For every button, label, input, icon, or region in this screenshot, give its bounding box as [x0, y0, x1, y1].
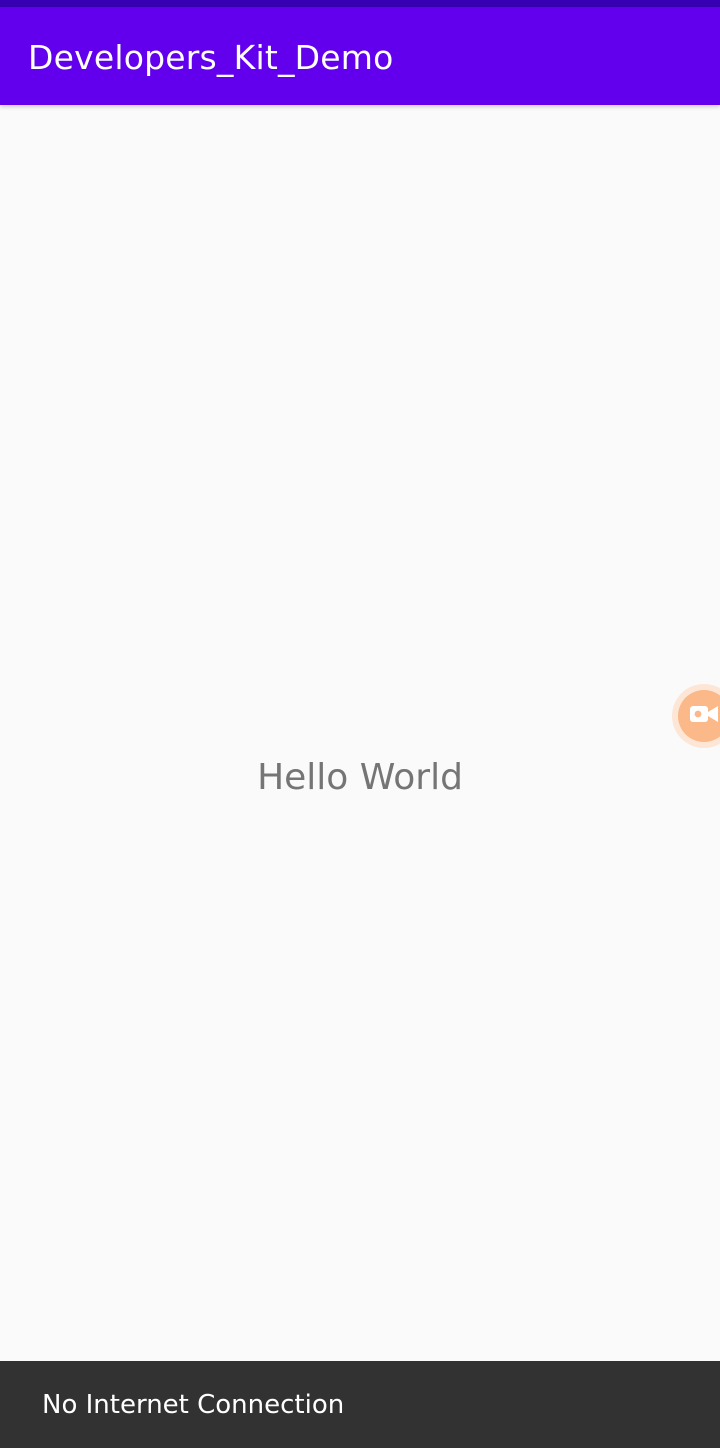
- snackbar-message: No Internet Connection: [42, 1390, 345, 1420]
- main-content: Hello World: [0, 105, 720, 1361]
- app-bar: Developers_Kit_Demo: [0, 7, 720, 105]
- app-title: Developers_Kit_Demo: [28, 38, 394, 77]
- status-bar: [0, 0, 720, 7]
- video-camera-icon: [690, 706, 718, 722]
- hello-world-text: Hello World: [257, 757, 463, 798]
- snackbar: No Internet Connection: [0, 1361, 720, 1448]
